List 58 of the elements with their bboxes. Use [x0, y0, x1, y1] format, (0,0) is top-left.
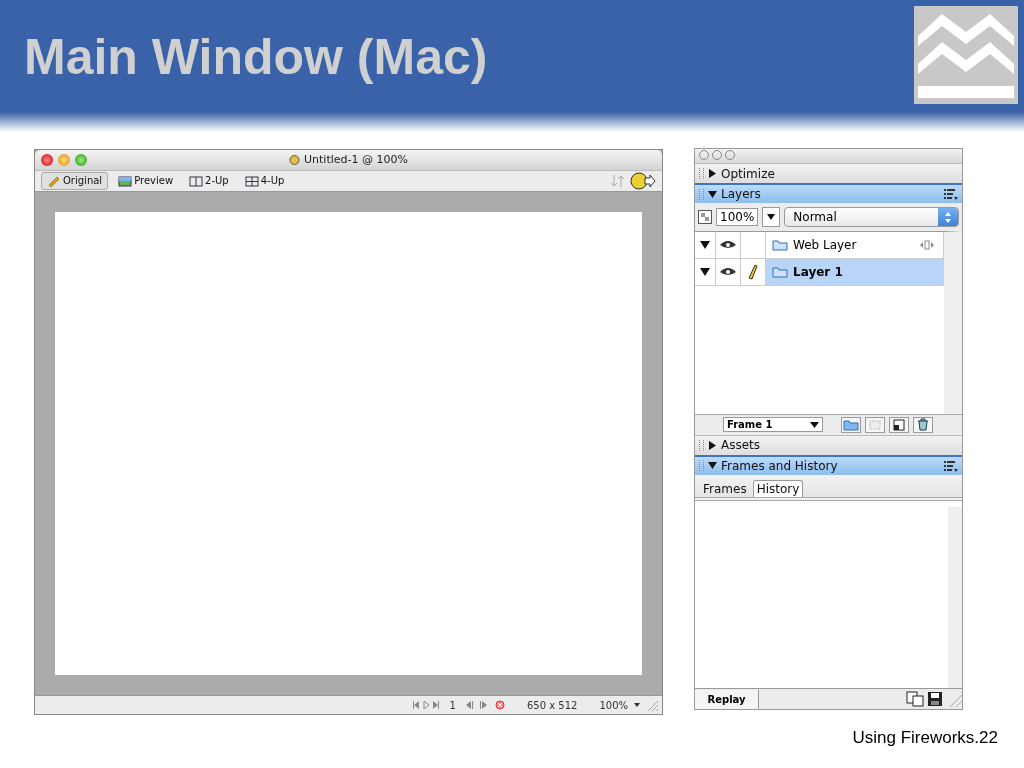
- disclosure-triangle-icon[interactable]: [700, 240, 710, 250]
- eye-icon[interactable]: [719, 267, 737, 277]
- collapsed-triangle-icon: [708, 169, 717, 178]
- options-menu-icon: [944, 459, 958, 472]
- copy-icon[interactable]: [906, 691, 924, 707]
- frame-select[interactable]: Frame 1: [723, 417, 823, 432]
- checker-icon: [698, 210, 712, 224]
- panel-header[interactable]: Layers: [695, 183, 962, 203]
- pencil-icon: [748, 264, 758, 280]
- panel-header[interactable]: Optimize: [695, 163, 962, 183]
- blend-mode-select[interactable]: Normal: [784, 207, 959, 227]
- collapsed-triangle-icon: [708, 440, 717, 450]
- folder-icon: [772, 266, 788, 278]
- sub-layer-button[interactable]: [889, 416, 909, 433]
- caret-icon[interactable]: [634, 703, 640, 708]
- view-tab[interactable]: Original: [41, 171, 109, 190]
- caret-icon: [810, 421, 819, 428]
- options-menu-icon: [944, 188, 958, 200]
- panel-tab[interactable]: History: [752, 479, 804, 497]
- close-button[interactable]: [41, 153, 53, 166]
- image-icon: [118, 173, 133, 188]
- zoom-menu[interactable]: 100%: [599, 699, 628, 711]
- view-tab[interactable]: Preview: [112, 171, 180, 190]
- dropdown-button[interactable]: [762, 207, 781, 227]
- wave-logo-icon: [914, 6, 1018, 104]
- playback-controls-icon[interactable]: [412, 701, 441, 710]
- frame-number: 1: [449, 699, 456, 711]
- disclosure-triangle-icon[interactable]: [700, 267, 710, 277]
- panel-tab[interactable]: Frames: [699, 479, 751, 497]
- panel-header[interactable]: Assets: [695, 434, 962, 455]
- stop-icon[interactable]: [494, 700, 505, 711]
- zoom-button[interactable]: [75, 153, 87, 166]
- replay-button[interactable]: Replay: [695, 689, 759, 709]
- new-layer-button[interactable]: [841, 416, 861, 433]
- web-layer-icon: [919, 240, 935, 250]
- view-tab[interactable]: 4-Up: [238, 171, 291, 190]
- document-icon: [289, 154, 301, 166]
- view-tab[interactable]: 2-Up: [183, 171, 235, 190]
- panel-header[interactable]: Frames and History: [695, 454, 962, 475]
- resize-grip-icon[interactable]: [646, 699, 658, 712]
- opacity-field[interactable]: 100%: [716, 208, 759, 226]
- folder-icon: [772, 239, 788, 251]
- window-title: Untitled-1 @ 100%: [304, 153, 408, 167]
- trash-button[interactable]: [913, 416, 933, 433]
- expanded-triangle-icon: [708, 189, 717, 199]
- expanded-triangle-icon: [708, 461, 717, 470]
- save-icon[interactable]: [927, 691, 943, 707]
- stepper-arrows-icon: [945, 211, 951, 223]
- two-pane-icon: [189, 173, 204, 188]
- up-down-arrows-icon[interactable]: [610, 173, 626, 188]
- slide-footer: Using Fireworks.22: [852, 728, 998, 748]
- step-controls-icon[interactable]: [464, 701, 489, 710]
- canvas-size: 650 x 512: [526, 699, 578, 711]
- four-pane-icon: [244, 173, 259, 188]
- slide-title: Main Window (Mac): [24, 28, 488, 86]
- eye-icon[interactable]: [719, 240, 737, 250]
- coin-arrow-icon[interactable]: [630, 171, 656, 190]
- caret-icon: [767, 214, 776, 220]
